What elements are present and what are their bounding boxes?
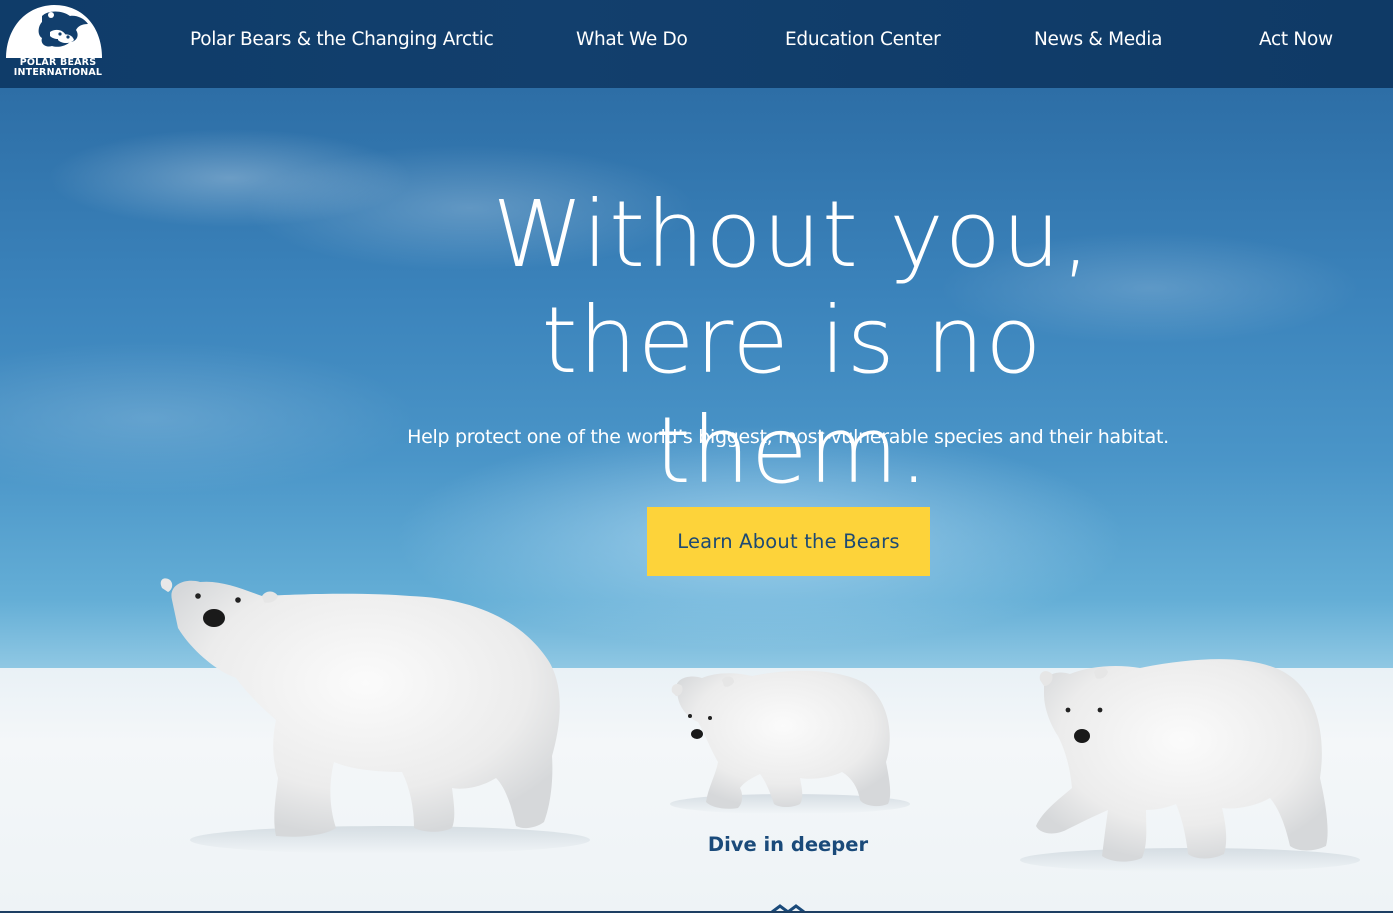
hero-headline-line1: Without you, <box>492 181 1092 288</box>
hero-section: Without you, there is no them. Help prot… <box>0 88 1393 913</box>
dive-in-deeper-link[interactable]: Dive in deeper <box>688 833 888 856</box>
polar-bears-international-logo[interactable]: POLAR BEARS INTERNATIONAL <box>4 2 106 82</box>
adult-polar-bear <box>160 578 560 837</box>
logo-text-line2: INTERNATIONAL <box>13 67 103 78</box>
polar-bear-logo-icon <box>6 5 102 58</box>
learn-about-the-bears-button[interactable]: Learn About the Bears <box>647 507 930 576</box>
middle-polar-bear-cub <box>671 670 891 809</box>
nav-polar-bears-changing-arctic[interactable]: Polar Bears & the Changing Arctic <box>190 29 494 50</box>
nav-news-media[interactable]: News & Media <box>1034 29 1162 50</box>
hero-subline: Help protect one of the world’s biggest,… <box>407 426 1169 448</box>
nav-education-center[interactable]: Education Center <box>785 29 941 50</box>
nav-act-now[interactable]: Act Now <box>1259 29 1333 50</box>
site-header: POLAR BEARS INTERNATIONAL Polar Bears & … <box>0 0 1393 88</box>
right-polar-bear-cub <box>1036 659 1328 862</box>
hero-headline-line2: there is no them. <box>541 287 1043 504</box>
nav-what-we-do[interactable]: What We Do <box>576 29 688 50</box>
